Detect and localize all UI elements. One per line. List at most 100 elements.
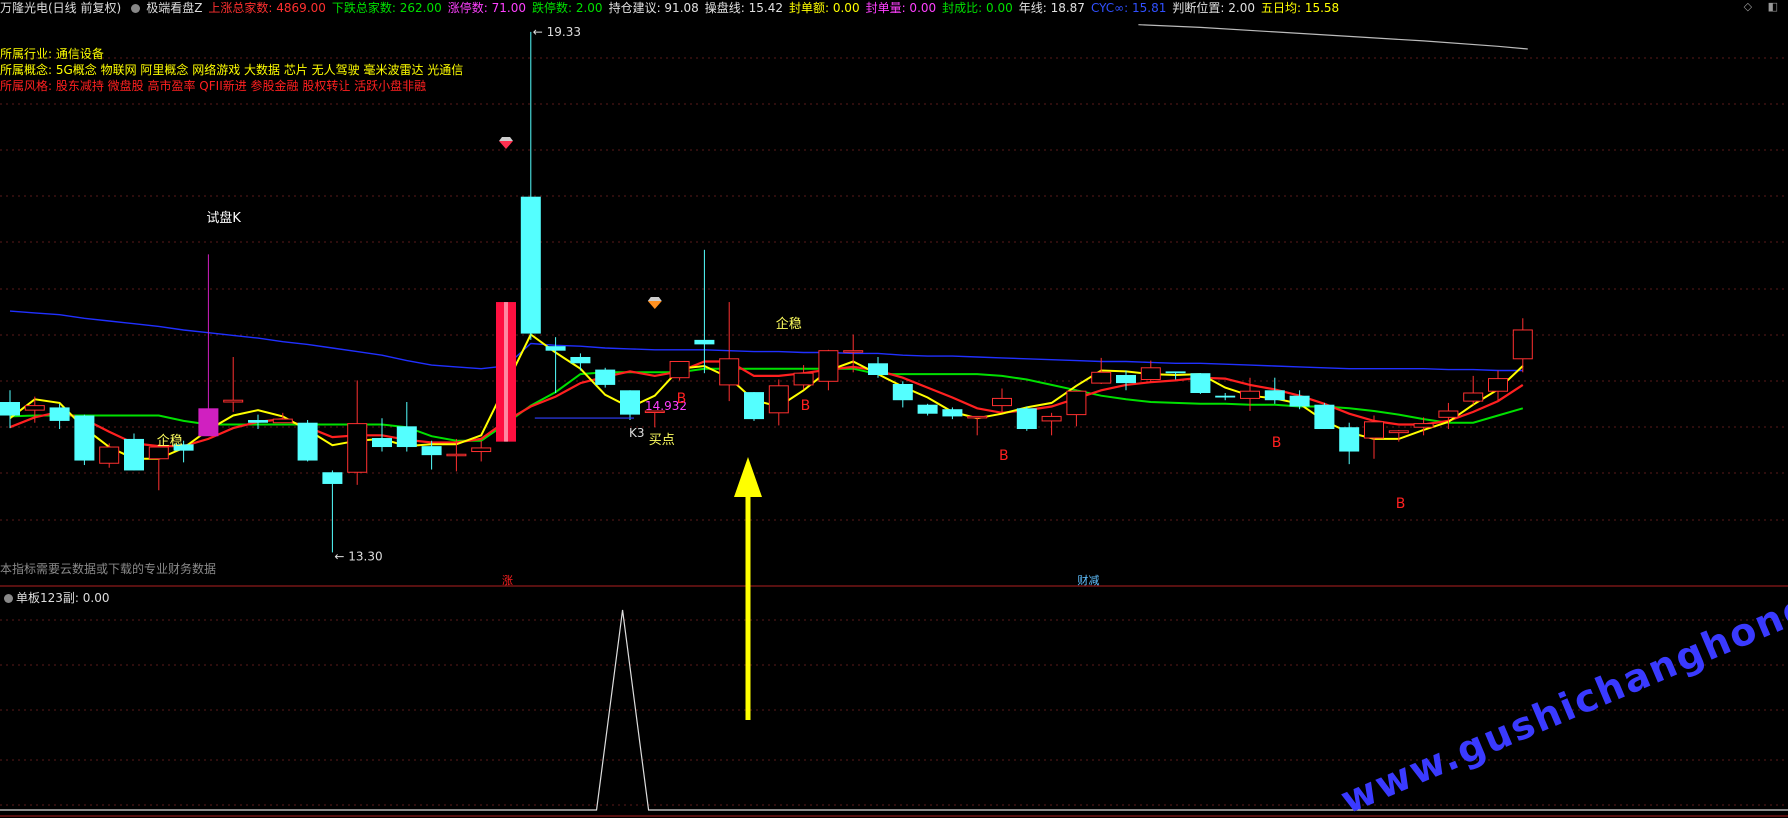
candle: [372, 418, 392, 452]
candle-body: [793, 372, 814, 386]
candle-body: [471, 447, 492, 453]
stock-title[interactable]: 万隆光电(日线 前复权): [0, 0, 121, 16]
candle-body: [347, 423, 368, 473]
gem-top: [647, 297, 662, 301]
candle-body: [843, 350, 864, 353]
candle: [1289, 390, 1310, 410]
candle: [198, 254, 219, 437]
candle: [49, 403, 70, 430]
candle-body: [223, 399, 244, 403]
candle: [297, 420, 318, 462]
ma10-line: [9, 360, 1524, 448]
candle-body: [744, 392, 764, 420]
candle-highlight: [504, 302, 508, 442]
candle: [446, 438, 467, 472]
candle-body: [1364, 421, 1384, 439]
candle-body: [719, 358, 740, 386]
candle: [1091, 357, 1112, 384]
candle: [1165, 371, 1186, 380]
window-controls[interactable]: ◇ ◧: [1744, 0, 1784, 13]
stat-7: 封单量: 0.00: [865, 1, 937, 15]
candle: [148, 444, 169, 491]
b-marker: B: [677, 391, 687, 407]
candle: [1512, 318, 1533, 373]
candle: [545, 337, 566, 394]
stat-4: 持仓建议: 91.08: [608, 1, 699, 15]
candle: [967, 415, 988, 436]
top-status-bar: 万隆光电(日线 前复权) 极端看盘Z 上涨总家数: 4869.00 下跌总家数: 26…: [0, 0, 1788, 16]
candle-body: [669, 360, 690, 379]
b-marker: B: [999, 448, 1009, 464]
candle: [74, 414, 95, 466]
candle: [99, 443, 120, 468]
candle-body: [694, 339, 715, 345]
stat-12: 五日均: 15.58: [1260, 1, 1340, 15]
toggle-icon[interactable]: [131, 4, 141, 13]
candle: [248, 414, 268, 430]
candle-body: [595, 369, 616, 385]
candle-body: [446, 453, 467, 457]
candle: [942, 407, 963, 420]
candle: [1438, 402, 1459, 430]
candle: [520, 31, 541, 340]
sub-panel-value: : 0.00: [74, 591, 110, 605]
candle-body: [248, 420, 268, 423]
stat-11: 判断位置: 2.00: [1172, 1, 1255, 15]
candle-body: [520, 196, 541, 334]
candle: [1463, 375, 1484, 405]
candle-body: [496, 302, 516, 442]
candle-body: [1190, 373, 1211, 394]
candle-body: [322, 472, 343, 484]
candle-body: [297, 422, 318, 461]
candle-body: [49, 407, 70, 421]
candle: [992, 388, 1012, 412]
candlestick-chart: ← 19.33← 13.30试盘K企稳企稳14.932K3 买点B BBBB涨 财减 …: [0, 24, 1788, 818]
candle-body: [1016, 408, 1037, 430]
b-marker: B: [801, 398, 811, 414]
gem-shape: [499, 141, 513, 149]
sub-panel-name: 单板123副: [16, 591, 75, 605]
candle-body: [570, 356, 591, 364]
candle-body: [148, 446, 169, 460]
gem-icon: [499, 137, 513, 149]
candle: [24, 396, 45, 423]
candle: [272, 412, 293, 424]
stable-label: 企稳: [157, 433, 183, 449]
candle-body: [1165, 371, 1186, 374]
header-stats: 上涨总家数: 4869.00 下跌总家数: 262.00 涨停数: 71.00 跌停数…: [208, 0, 1345, 16]
candle-body: [1438, 410, 1459, 418]
candle-body: [1116, 374, 1136, 384]
info-line-1: 所属概念: 5G概念 物联网 阿里概念 网络游戏 大数据 芯片 无人驾驶 毫米波…: [0, 63, 464, 77]
candle: [1314, 402, 1335, 430]
candle: [173, 440, 194, 463]
candle-body: [421, 446, 442, 456]
candle-body: [1339, 427, 1360, 452]
candle-body: [1140, 367, 1161, 380]
candle: [396, 402, 417, 452]
stable-label: 企稳: [776, 316, 802, 332]
candle: [620, 390, 640, 421]
indicator-name[interactable]: 极端看盘Z: [146, 0, 202, 16]
candle-body: [24, 405, 45, 411]
low-price-label: ← 13.30: [334, 549, 382, 563]
candle: [570, 353, 591, 371]
toggle-icon[interactable]: [4, 594, 13, 603]
candle-body: [644, 410, 665, 414]
candle-body: [1289, 395, 1310, 407]
candle: [1264, 377, 1285, 404]
candle: [471, 440, 492, 462]
candle: [1116, 370, 1136, 391]
candle: [768, 379, 789, 426]
limit-up-label: 涨: [502, 574, 513, 587]
candle: [595, 367, 616, 388]
stat-0: 上涨总家数: 4869.00: [208, 1, 326, 15]
stat-3: 跌停数: 2.00: [531, 1, 603, 15]
candle-body: [967, 415, 988, 419]
sub-panel-title[interactable]: 单板123副: 0.00: [0, 589, 109, 606]
candle-body: [892, 384, 913, 401]
stat-6: 封单额: 0.00: [789, 1, 860, 15]
candle-body: [198, 408, 219, 437]
candle-body: [99, 446, 120, 464]
candle: [1215, 393, 1236, 401]
candle-body: [1264, 390, 1285, 401]
